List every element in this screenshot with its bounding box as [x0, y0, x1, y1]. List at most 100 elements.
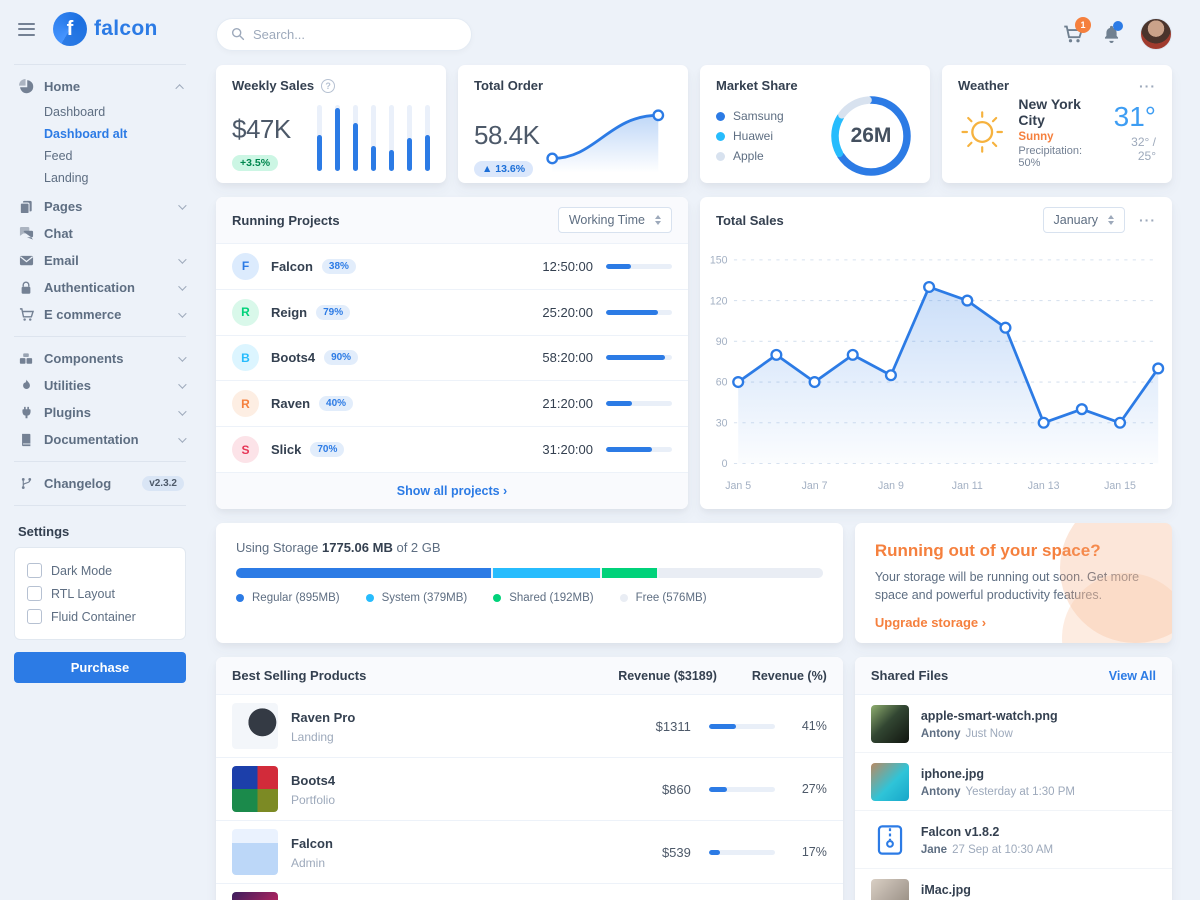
- top-navbar: 1: [216, 11, 1172, 57]
- weather-range: 32° / 25°: [1114, 135, 1156, 163]
- user-avatar[interactable]: [1140, 18, 1172, 50]
- list-item: apple-smart-watch.png AntonyJust Now: [855, 695, 1172, 752]
- card-menu-icon[interactable]: ···: [1139, 82, 1156, 90]
- chat-icon: [18, 226, 34, 241]
- weather-temp: 31°: [1114, 101, 1156, 133]
- search-input[interactable]: [253, 27, 457, 42]
- table-row: Boots4 Portfolio $860 27%: [216, 758, 843, 821]
- hamburger-menu-icon[interactable]: [14, 19, 39, 40]
- file-name-link[interactable]: iphone.jpg: [921, 767, 984, 781]
- project-time: 31:20:00: [542, 442, 593, 457]
- legend-dot: [493, 594, 501, 602]
- puzzle-icon: [18, 352, 34, 366]
- product-name-link[interactable]: Boots4: [291, 773, 335, 788]
- main-content: 1 Weekly Sales ? $47K +3.5%: [200, 0, 1200, 900]
- sidebar-item-ecommerce[interactable]: E commerce: [0, 301, 200, 328]
- product-name-link[interactable]: Raven Pro: [291, 710, 355, 725]
- project-name-link[interactable]: Slick: [271, 442, 301, 457]
- file-name-link[interactable]: apple-smart-watch.png: [921, 709, 1058, 723]
- market-share-donut-chart: 26M: [828, 93, 914, 179]
- project-avatar: R: [232, 299, 259, 326]
- file-time: Just Now: [965, 728, 1012, 740]
- file-thumbnail: [871, 763, 909, 801]
- weekly-sales-badge: +3.5%: [232, 155, 278, 171]
- view-all-link[interactable]: View All: [1109, 669, 1156, 683]
- sidebar-item-utilities[interactable]: Utilities: [0, 372, 200, 399]
- card-footer: Show all projects ›: [216, 472, 688, 509]
- revenue-progress-bar: [709, 724, 775, 729]
- project-name-link[interactable]: Reign: [271, 305, 307, 320]
- list-item: iMac.jpg Rowen23 Sep at 6:10 PM: [855, 868, 1172, 900]
- total-order-value: 58.4K: [474, 120, 539, 151]
- cart-button[interactable]: 1: [1063, 24, 1083, 44]
- svg-text:60: 60: [716, 377, 728, 389]
- total-order-badge: ▲ 13.6%: [474, 161, 533, 177]
- falcon-logo[interactable]: f falcon: [53, 12, 158, 46]
- month-select[interactable]: January: [1043, 207, 1125, 233]
- help-icon[interactable]: ?: [321, 79, 335, 93]
- list-item: iphone.jpg AntonyYesterday at 1:30 PM: [855, 752, 1172, 810]
- notifications-button[interactable]: [1102, 25, 1121, 44]
- shopping-cart-icon: [18, 307, 34, 322]
- dark-mode-option: Dark Mode: [27, 559, 173, 582]
- revenue-progress-bar: [709, 850, 775, 855]
- dark-mode-checkbox[interactable]: [27, 563, 42, 578]
- rtl-layout-checkbox[interactable]: [27, 586, 42, 601]
- sort-icon: [655, 215, 661, 225]
- cart-count-badge: 1: [1075, 17, 1091, 33]
- sort-icon: [1108, 215, 1114, 225]
- best-selling-title: Best Selling Products: [232, 668, 618, 683]
- sidebar-item-authentication[interactable]: Authentication: [0, 274, 200, 301]
- sidebar-item-pages[interactable]: Pages: [0, 193, 200, 220]
- file-name-link[interactable]: Falcon v1.8.2: [921, 825, 1000, 839]
- product-thumbnail: [232, 892, 278, 900]
- sun-icon: [958, 105, 1006, 159]
- svg-text:120: 120: [710, 295, 728, 307]
- sidebar-item-chat[interactable]: Chat: [0, 220, 200, 247]
- product-name-link[interactable]: Falcon: [291, 836, 333, 851]
- working-time-select[interactable]: Working Time: [558, 207, 672, 233]
- sidebar-item-email[interactable]: Email: [0, 247, 200, 274]
- file-time: 27 Sep at 10:30 AM: [952, 844, 1053, 856]
- file-time: Yesterday at 1:30 PM: [965, 786, 1075, 798]
- total-order-card: Total Order 58.4K ▲ 13.6%: [458, 65, 688, 183]
- upgrade-storage-link[interactable]: Upgrade storage ›: [875, 615, 986, 630]
- project-avatar: B: [232, 344, 259, 371]
- running-projects-card: Running Projects Working Time F Falcon 3…: [216, 197, 688, 509]
- file-name-link[interactable]: iMac.jpg: [921, 883, 971, 897]
- card-menu-icon[interactable]: ···: [1139, 216, 1156, 224]
- legend-dot: [716, 112, 725, 121]
- total-sales-title: Total Sales: [716, 213, 784, 228]
- legend-dot: [236, 594, 244, 602]
- promo-body: Your storage will be running out soon. G…: [875, 568, 1140, 604]
- project-name-link[interactable]: Falcon: [271, 259, 313, 274]
- sidebar-item-dashboard[interactable]: Dashboard: [0, 101, 200, 123]
- show-all-projects-link[interactable]: Show all projects ›: [397, 484, 507, 498]
- search-box[interactable]: [216, 18, 472, 51]
- sidebar-item-documentation[interactable]: Documentation: [0, 426, 200, 453]
- promo-title: Running out of your space?: [875, 541, 1152, 561]
- divider: [14, 336, 186, 337]
- project-name-link[interactable]: Boots4: [271, 350, 315, 365]
- sidebar-item-landing[interactable]: Landing: [0, 167, 200, 189]
- purchase-button[interactable]: Purchase: [14, 652, 186, 683]
- chevron-down-icon: [178, 380, 186, 388]
- project-progress-badge: 70%: [310, 442, 344, 457]
- sidebar-item-changelog[interactable]: Changelog v2.3.2: [0, 470, 200, 497]
- sidebar-item-home[interactable]: Home: [0, 73, 200, 100]
- revenue-column-header: Revenue ($3189): [618, 669, 717, 683]
- sidebar-item-plugins[interactable]: Plugins: [0, 399, 200, 426]
- product-revenue: $860: [621, 782, 691, 797]
- project-row: S Slick 70% 31:20:00: [216, 427, 688, 472]
- project-row: R Reign 79% 25:20:00: [216, 290, 688, 336]
- sidebar-item-dashboard-alt[interactable]: Dashboard alt: [0, 123, 200, 145]
- fluid-container-checkbox[interactable]: [27, 609, 42, 624]
- project-name-link[interactable]: Raven: [271, 396, 310, 411]
- notification-dot-badge: [1113, 21, 1123, 31]
- chevron-down-icon: [178, 353, 186, 361]
- table-row: Slick Builder $245 8%: [216, 884, 843, 900]
- sidebar-item-feed[interactable]: Feed: [0, 145, 200, 167]
- divider: [14, 461, 186, 462]
- sidebar-item-components[interactable]: Components: [0, 345, 200, 372]
- chevron-up-icon: [175, 84, 183, 92]
